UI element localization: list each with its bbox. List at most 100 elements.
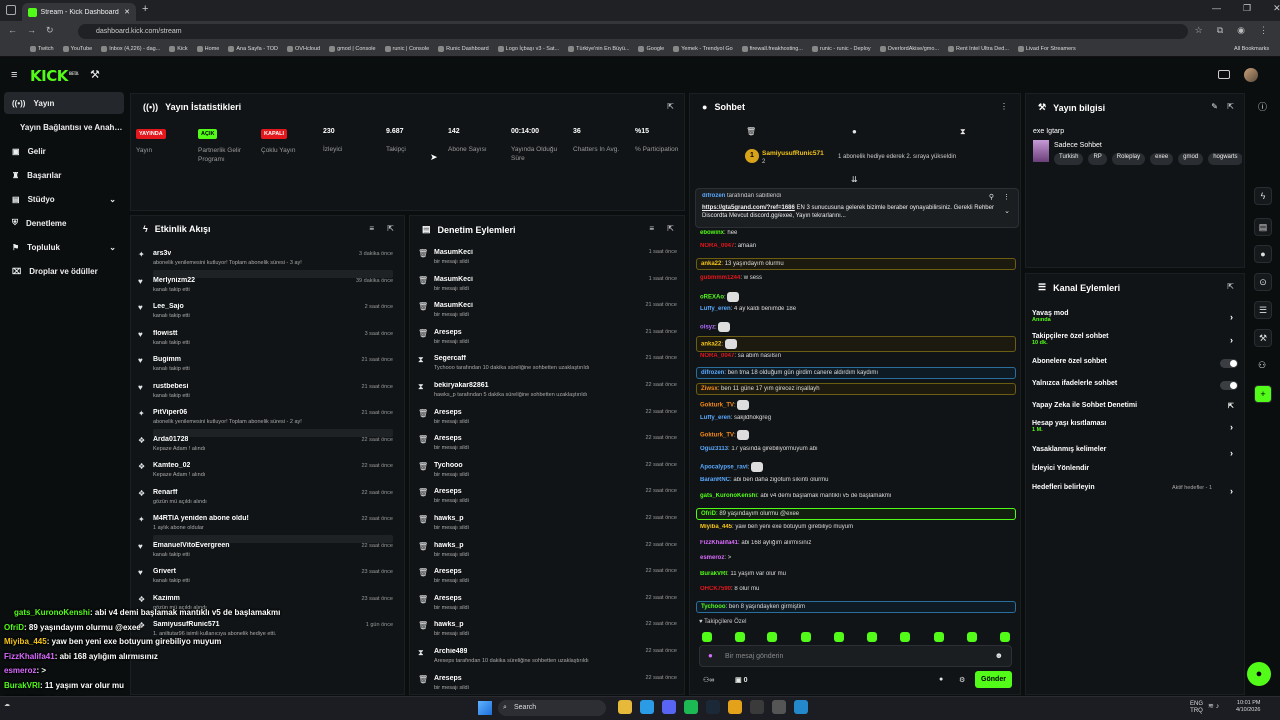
chat-input-box[interactable]: ● Bir mesaj gönderin ☻: [699, 645, 1012, 667]
channel-action[interactable]: Yasaklanmış kelimeler ›: [1032, 446, 1242, 458]
bookmark-item[interactable]: Google: [638, 46, 664, 52]
chat-username[interactable]: Luffy_eren: [700, 415, 731, 421]
bookmark-item[interactable]: Ana Sayfa - TOD: [228, 46, 278, 52]
info-icon[interactable]: ⓘ: [1258, 100, 1267, 113]
add-widget-rail-icon[interactable]: +: [1254, 385, 1272, 403]
moderation-item[interactable]: 🗑 MasumKeci bir mesajı sildi 1 saat önce: [410, 273, 684, 299]
tab-search-icon[interactable]: [6, 5, 16, 15]
emote-icon[interactable]: [702, 632, 712, 642]
stream-tag[interactable]: Turkish: [1054, 153, 1084, 165]
gift-user[interactable]: SamiyusufRunic571: [762, 150, 824, 157]
emoji-icon[interactable]: ☻: [995, 651, 1003, 660]
chat-message[interactable]: OfriD: 89 yaşındayım olurmu @exee: [696, 508, 1016, 520]
sidebar-item-denetleme[interactable]: ⛨ Denetleme: [4, 212, 124, 234]
emote-icon[interactable]: [767, 632, 777, 642]
chat-message[interactable]: BurakVRI: 11 yaşım var olur mu: [696, 571, 1016, 577]
moderation-item[interactable]: 🗑 Areseps bir mesajı sildi 22 saat önce: [410, 592, 684, 618]
collapse-icon[interactable]: ⇊: [851, 175, 858, 184]
chat-message[interactable]: Oguz3113: 17 yasında girebiliyormuyum ab…: [696, 446, 1016, 452]
chat-message[interactable]: oREXAo:: [696, 292, 1016, 302]
moderation-item[interactable]: 🗑 Areseps bir mesajı sildi 22 saat önce: [410, 485, 684, 511]
chat-icon[interactable]: ●: [852, 127, 857, 136]
moderation-item[interactable]: 🗑 Areseps bir mesajı sildi 22 saat önce: [410, 565, 684, 591]
bookmark-item[interactable]: firewall.freakhosting...: [741, 46, 803, 52]
profile-icon[interactable]: ◉: [1237, 25, 1245, 36]
pinned-link[interactable]: https://gta5grand.com/?ref=1686: [702, 205, 795, 211]
channel-action[interactable]: Abonelere özel sohbet: [1032, 358, 1242, 365]
kick-logo[interactable]: KICKBETA: [30, 67, 79, 85]
taskbar-search[interactable]: ⌕ Search: [498, 700, 606, 716]
chat-username[interactable]: Tychooo: [701, 604, 726, 610]
chat-message[interactable]: FizzKhalifa41: abi 168 aylığım alırmısın…: [696, 540, 1016, 546]
moderation-item[interactable]: ⧗ Segercaff Tychooo tarafından 10 dakika s…: [410, 352, 684, 378]
chat-username[interactable]: anka22: [701, 342, 721, 348]
toggle-switch[interactable]: [1220, 359, 1238, 368]
bookmark-item[interactable]: Twitch: [30, 46, 54, 52]
chat-username[interactable]: NORA_0047: [700, 353, 734, 359]
activity-item[interactable]: ✦ M4RTIA yeniden abone oldu! 1 aylık abone…: [131, 513, 401, 543]
chat-fab-icon[interactable]: ●: [1247, 662, 1271, 686]
sidebar-item-basarilar[interactable]: ♜ Başarılar: [4, 164, 124, 186]
chat-message[interactable]: Gokturk_TV:: [696, 400, 1016, 410]
activity-item[interactable]: ♥ Bugimm kanalı takip etti 21 saat önce: [131, 354, 401, 380]
chat-username[interactable]: OHCK7590: [700, 586, 731, 592]
chat-username[interactable]: BurakVRI: [700, 571, 727, 577]
chat-message[interactable]: Apocalypse_ravi:: [696, 462, 1016, 472]
popout-icon[interactable]: ⇱: [667, 224, 674, 233]
chat-username[interactable]: Luffy_eren: [700, 306, 731, 312]
terminal-icon[interactable]: [750, 700, 764, 714]
bookmark-item[interactable]: Livad For Streamers: [1017, 46, 1076, 52]
sidebar-item-topluluk[interactable]: ⚑ Topluluk ⌄: [4, 236, 124, 258]
bookmark-item[interactable]: Runic Dashboard: [438, 46, 489, 52]
channel-action[interactable]: Yalnızca ifadelerle sohbet: [1032, 380, 1242, 387]
bookmark-item[interactable]: Yemek - Trendyol Go: [673, 46, 733, 52]
sidebar-item-yayin[interactable]: ((•)) Yayın: [4, 92, 124, 114]
chat-message[interactable]: Tychooo: ben 8 yaşındayken girmiştim: [696, 601, 1016, 613]
emote-icon[interactable]: [934, 632, 944, 642]
microphone-icon[interactable]: ●: [708, 651, 713, 660]
obs-icon[interactable]: [772, 700, 786, 714]
address-bar[interactable]: dashboard.kick.com/stream: [78, 24, 1188, 39]
chat-message[interactable]: Gokturk_TV:: [696, 430, 1016, 440]
chat-username[interactable]: Oguz3113: [700, 446, 728, 452]
activity-item[interactable]: ❖ Renarff gözün mü açıldı alındı 22 saat ön…: [131, 487, 401, 513]
chat-message[interactable]: OHCK7590: 8 olur mu: [696, 586, 1016, 592]
emote-icon[interactable]: [834, 632, 844, 642]
chat-message[interactable]: difrozen: ben tma 18 olduğum gün girdim …: [696, 367, 1016, 379]
chat-username[interactable]: ebowinx: [700, 230, 724, 236]
bookmark-item[interactable]: gmod | Console: [329, 46, 376, 52]
chat-rail-icon[interactable]: ●: [1254, 245, 1272, 263]
chat-message[interactable]: ebowinx: hee: [696, 230, 1016, 236]
chat-message[interactable]: anka22: 13 yaşındayım olurmu: [696, 258, 1016, 270]
back-icon[interactable]: ←: [8, 25, 17, 36]
stream-category[interactable]: Sadece Sohbet: [1054, 142, 1102, 149]
chat-username[interactable]: difrozen: [701, 370, 724, 376]
channel-points[interactable]: ▣ 0: [735, 676, 747, 684]
activity-item[interactable]: ♥ flowistt kanalı takip etti 3 saat önce: [131, 328, 401, 354]
chat-username[interactable]: OfriD: [701, 511, 716, 517]
moderation-item[interactable]: ⧗ Archie489 Areseps tarafından 10 dakika s…: [410, 645, 684, 671]
browser-tab[interactable]: Stream - Kick Dashboard ✕: [22, 3, 136, 21]
bookmark-item[interactable]: runic - runic - Deploy: [811, 46, 871, 52]
activity-item[interactable]: ♥ Grivert kanalı takip etti 23 saat önce: [131, 566, 401, 592]
moderation-item[interactable]: 🗑 hawks_p bir mesajı sildi 22 saat önce: [410, 539, 684, 565]
toggle-switch[interactable]: [1220, 381, 1238, 390]
close-tab-icon[interactable]: ✕: [124, 8, 130, 16]
chat-username[interactable]: Gokturk_TV: [700, 403, 734, 409]
chrome-icon[interactable]: [728, 700, 742, 714]
wrench-rail-icon[interactable]: ⚒: [1254, 329, 1272, 347]
chat-username[interactable]: Ziwsx: [701, 386, 718, 392]
all-bookmarks[interactable]: All Bookmarks: [1234, 46, 1270, 52]
moderation-item[interactable]: 🗑 hawks_p bir mesajı sildi 22 saat önce: [410, 512, 684, 538]
popout-icon[interactable]: ⇱: [387, 224, 394, 233]
activity-item[interactable]: ✦ ars3v abonelik yenilemesini kutluyor! To…: [131, 248, 401, 278]
discord-icon[interactable]: [662, 700, 676, 714]
maximize-icon[interactable]: ❐: [1243, 3, 1251, 14]
pin-icon[interactable]: ⚲: [989, 193, 994, 201]
stream-tag[interactable]: gmod: [1178, 153, 1204, 165]
stack-rail-icon[interactable]: ☰: [1254, 301, 1272, 319]
trash-icon[interactable]: 🗑: [746, 127, 756, 136]
wifi-icon[interactable]: ≋ ♪: [1208, 702, 1219, 710]
chat-username[interactable]: BaranRNC: [700, 477, 730, 483]
activity-item[interactable]: ❖ Arda01728 Kepaze Adam ! alındı 22 saat ön…: [131, 434, 401, 460]
